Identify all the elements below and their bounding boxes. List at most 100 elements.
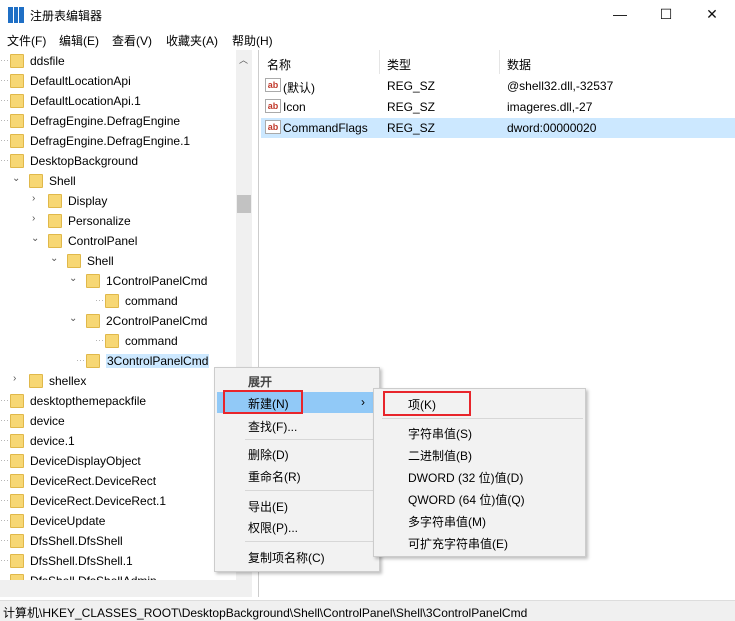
column-header-data[interactable]: 数据 (507, 56, 531, 73)
tree-horizontal-scrollbar[interactable] (0, 580, 252, 597)
tree-item-label: Shell (49, 174, 76, 188)
menu-help[interactable]: 帮助(H) (232, 32, 273, 49)
menu-item-label: 查找(F)... (248, 420, 298, 434)
chevron-down-icon[interactable]: ⌄ (50, 253, 58, 264)
value-row[interactable]: ab (默认) REG_SZ @shell32.dll,-32537 (261, 76, 735, 96)
menu-item-find[interactable]: 查找(F)... (215, 415, 379, 436)
tree-item-label: DefragEngine.DefragEngine.1 (30, 134, 191, 148)
tree-item-label: DeviceRect.DeviceRect (30, 474, 157, 488)
folder-icon (48, 214, 62, 228)
tree-item[interactable]: ··· ddsfile (0, 51, 236, 71)
tree-connector: ··· (0, 115, 9, 125)
tree-item[interactable]: ··· device (0, 411, 236, 431)
chevron-down-icon[interactable]: ⌄ (12, 173, 20, 184)
tree-item[interactable]: ··· desktopthemepackfile (0, 391, 236, 411)
chevron-down-icon[interactable]: ⌄ (69, 273, 77, 284)
tree-item-label: DesktopBackground (30, 154, 139, 168)
tree-item[interactable]: ⌄ ControlPanel (0, 231, 236, 251)
value-row[interactable]: ab Icon REG_SZ imageres.dll,-27 (261, 97, 735, 117)
minimize-button[interactable]: — (597, 0, 643, 30)
chevron-right-icon[interactable]: › (32, 193, 35, 204)
menu-item-label: 展开 (248, 375, 273, 389)
value-name: CommandFlags (283, 121, 368, 135)
tree-item[interactable]: ··· DfsShell.DfsShell (0, 531, 236, 551)
string-value-icon: ab (265, 99, 281, 113)
title-bar: 注册表编辑器 — ☐ ✕ (0, 0, 735, 30)
menu-favorites[interactable]: 收藏夹(A) (166, 32, 218, 49)
submenu-item-string-value[interactable]: 字符串值(S) (374, 422, 585, 443)
tree-connector: ··· (0, 75, 9, 85)
menu-view[interactable]: 查看(V) (112, 32, 152, 49)
submenu-item-key[interactable]: 项(K) (374, 393, 585, 414)
tree-item-label: device (30, 414, 65, 428)
chevron-down-icon[interactable]: ⌄ (31, 233, 39, 244)
column-header-name[interactable]: 名称 (267, 56, 291, 73)
tree-item[interactable]: ··· command (0, 291, 236, 311)
tree-item-label: Display (68, 194, 108, 208)
tree-item[interactable]: ··· DeviceRect.DeviceRect.1 (0, 491, 236, 511)
folder-icon (10, 534, 24, 548)
menu-item-copy-key-name[interactable]: 复制项名称(C) (215, 546, 379, 567)
string-value-icon: ab (265, 78, 281, 92)
folder-icon (10, 434, 24, 448)
tree-connector: ··· (0, 555, 9, 565)
menu-item-label: 字符串值(S) (408, 427, 472, 441)
submenu-item-binary-value[interactable]: 二进制值(B) (374, 444, 585, 465)
tree-item[interactable]: ··· DefragEngine.DefragEngine (0, 111, 236, 131)
tree-item[interactable]: ··· 3ControlPanelCmd (0, 351, 236, 371)
menu-item-label: 二进制值(B) (408, 449, 472, 463)
value-data: @shell32.dll,-32537 (507, 79, 614, 93)
submenu-item-expandable-string-value[interactable]: 可扩充字符串值(E) (374, 532, 585, 553)
tree-item[interactable]: › shellex (0, 371, 236, 391)
tree-item[interactable]: › Personalize (0, 211, 236, 231)
menu-item-expand[interactable]: 展开 (215, 370, 379, 391)
tree-item-label: command (125, 334, 178, 348)
regedit-app-icon (8, 7, 24, 23)
menu-edit[interactable]: 编辑(E) (59, 32, 99, 49)
tree-item[interactable]: ··· DeviceDisplayObject (0, 451, 236, 471)
folder-icon (29, 174, 43, 188)
tree-item[interactable]: ··· DefaultLocationApi.1 (0, 91, 236, 111)
tree-item[interactable]: ⌄ Shell (0, 251, 236, 271)
submenu-item-multi-string-value[interactable]: 多字符串值(M) (374, 510, 585, 531)
tree-item[interactable]: › Display (0, 191, 236, 211)
value-row[interactable]: ab CommandFlags REG_SZ dword:00000020 (261, 118, 735, 138)
tree-item[interactable]: ··· DesktopBackground (0, 151, 236, 171)
menu-file[interactable]: 文件(F) (7, 32, 46, 49)
menu-item-delete[interactable]: 删除(D) (215, 443, 379, 464)
tree-item[interactable]: ··· command (0, 331, 236, 351)
menu-separator (382, 418, 583, 419)
tree-item[interactable]: ··· DeviceRect.DeviceRect (0, 471, 236, 491)
tree-connector: ··· (0, 475, 9, 485)
folder-icon (86, 354, 100, 368)
submenu-item-qword-value[interactable]: QWORD (64 位)值(Q) (374, 488, 585, 509)
value-type: REG_SZ (387, 79, 436, 93)
folder-icon (10, 394, 24, 408)
tree-item[interactable]: ⌄ Shell (0, 171, 236, 191)
submenu-item-dword-value[interactable]: DWORD (32 位)值(D) (374, 466, 585, 487)
maximize-button[interactable]: ☐ (643, 0, 689, 30)
tree-item-label: DeviceDisplayObject (30, 454, 141, 468)
tree-item[interactable]: ··· DefaultLocationApi (0, 71, 236, 91)
folder-icon (10, 134, 24, 148)
scroll-thumb[interactable] (237, 195, 251, 213)
tree-item[interactable]: ···DfsShell.DfsShellAdmin (0, 571, 236, 580)
menu-item-permissions[interactable]: 权限(P)... (215, 516, 379, 537)
chevron-down-icon[interactable]: ⌄ (69, 313, 77, 324)
tree-item[interactable]: ⌄ 2ControlPanelCmd (0, 311, 236, 331)
new-submenu: 项(K) 字符串值(S) 二进制值(B) DWORD (32 位)值(D) QW… (373, 388, 586, 557)
tree-item-label: device.1 (30, 434, 75, 448)
menu-item-rename[interactable]: 重命名(R) (215, 465, 379, 486)
tree-item[interactable]: ··· device.1 (0, 431, 236, 451)
tree-item[interactable]: ··· DfsShell.DfsShell.1 (0, 551, 236, 571)
menu-item-export[interactable]: 导出(E) (215, 495, 379, 516)
tree-item[interactable]: ··· DefragEngine.DefragEngine.1 (0, 131, 236, 151)
chevron-right-icon[interactable]: › (13, 373, 16, 384)
column-header-type[interactable]: 类型 (387, 56, 411, 73)
close-button[interactable]: ✕ (689, 0, 735, 30)
scroll-up-icon[interactable]: ︿ (239, 53, 248, 66)
tree-item[interactable]: ··· DeviceUpdate (0, 511, 236, 531)
chevron-right-icon[interactable]: › (32, 213, 35, 224)
tree-item-label: ControlPanel (68, 234, 138, 248)
tree-item[interactable]: ⌄ 1ControlPanelCmd (0, 271, 236, 291)
